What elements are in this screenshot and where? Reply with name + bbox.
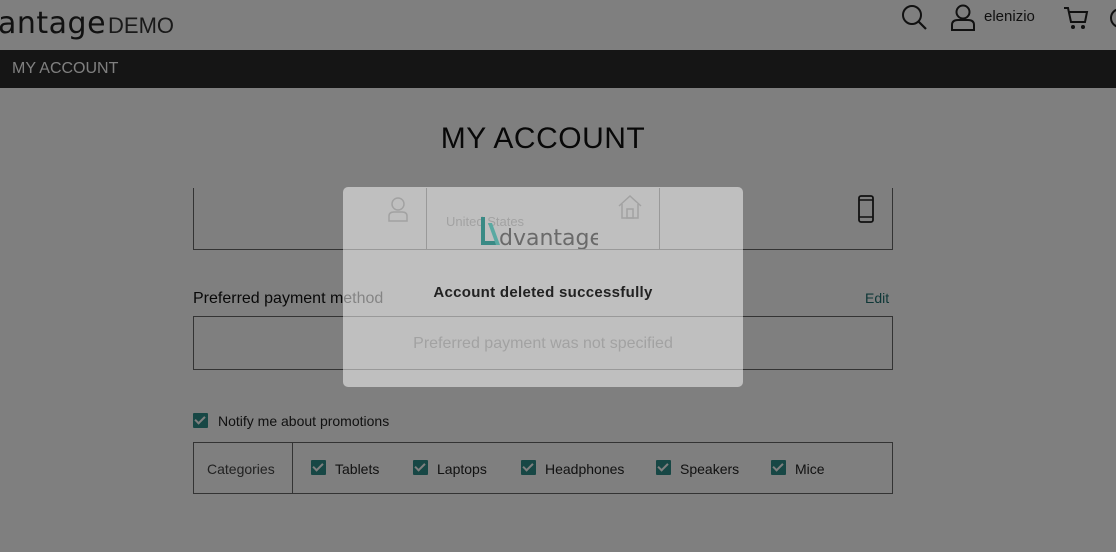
advantage-logo: dvantage <box>478 213 603 254</box>
account-deleted-modal: dvantage Account deleted successfully <box>343 187 743 387</box>
modal-message: Account deleted successfully <box>433 284 653 301</box>
logo-text: dvantage <box>499 226 598 249</box>
